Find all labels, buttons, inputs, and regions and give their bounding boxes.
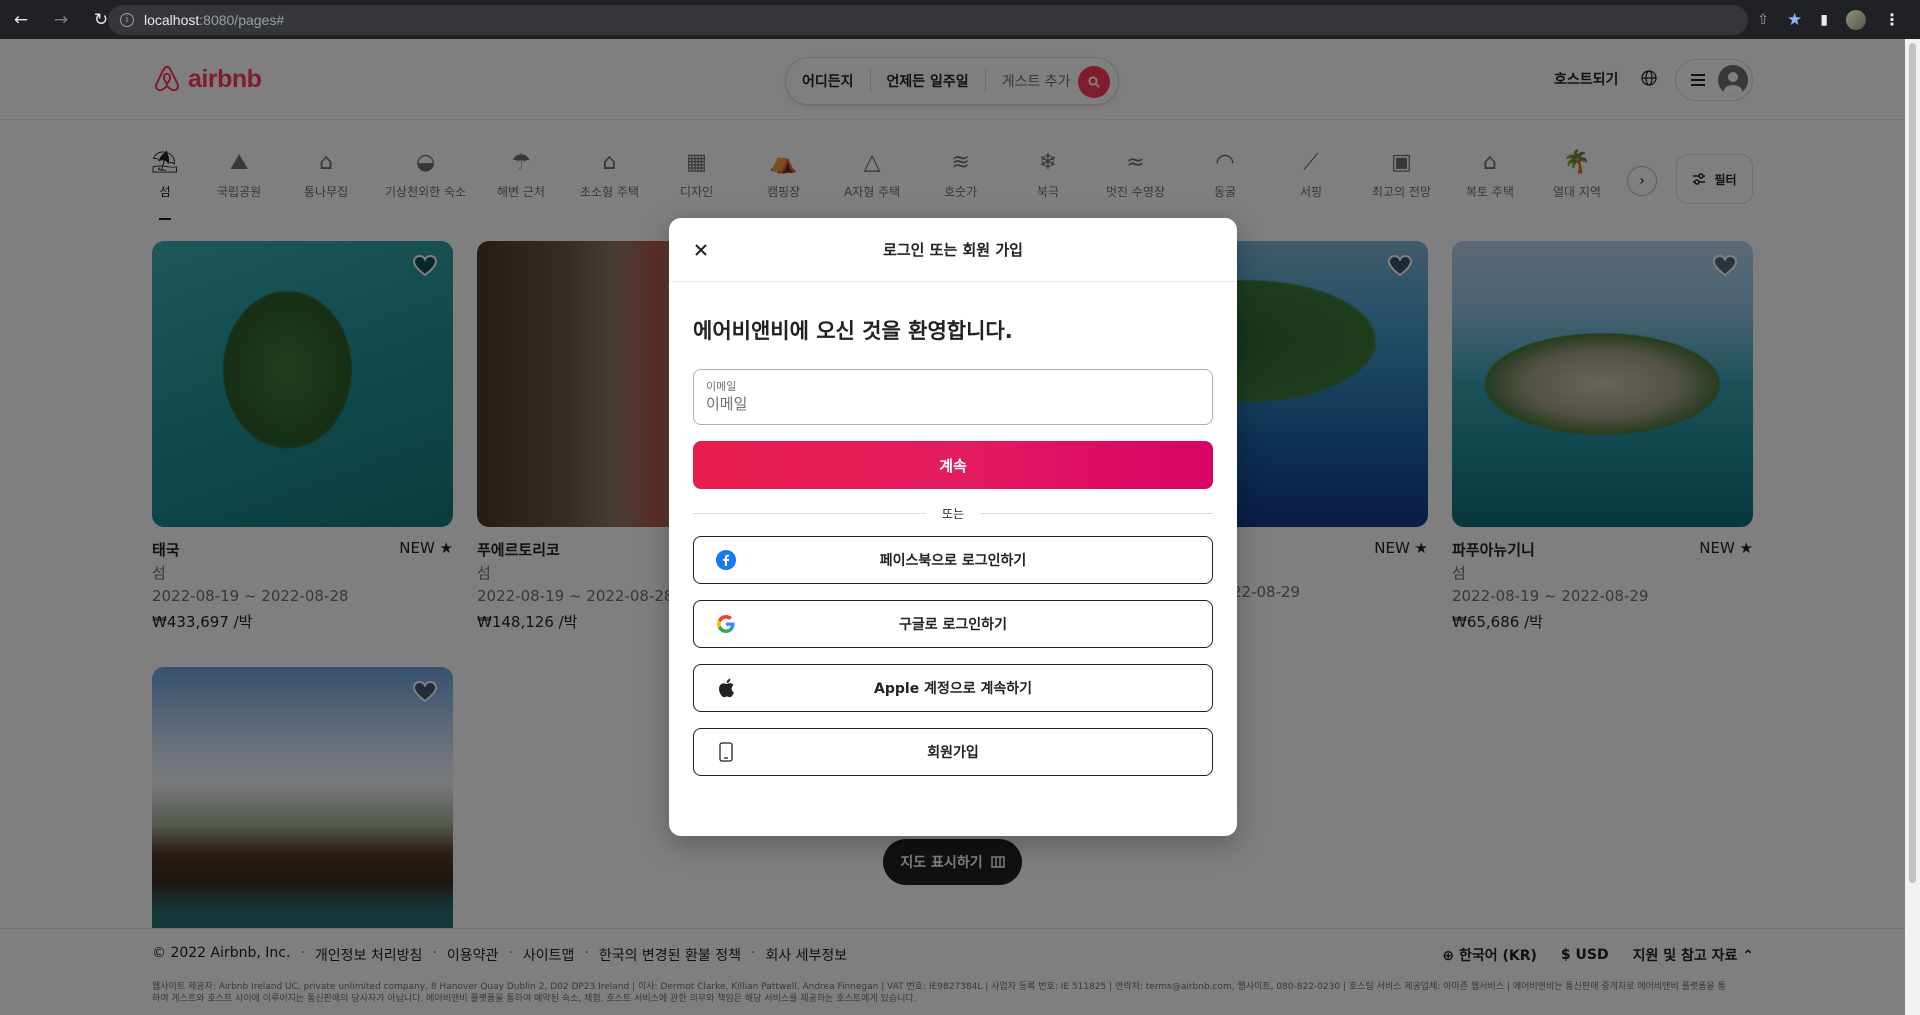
share-icon[interactable]: ⇧ xyxy=(1757,12,1769,28)
facebook-login-button[interactable]: 페이스북으로 로그인하기 xyxy=(693,536,1213,584)
signup-button[interactable]: 회원가입 xyxy=(693,728,1213,776)
apple-login-button[interactable]: Apple 계정으로 계속하기 xyxy=(693,664,1213,712)
phone-icon xyxy=(716,742,736,762)
close-icon xyxy=(695,244,707,256)
facebook-icon xyxy=(716,550,736,570)
facebook-login-label: 페이스북으로 로그인하기 xyxy=(879,553,1027,569)
profile-avatar[interactable] xyxy=(1846,9,1866,30)
divider-line xyxy=(980,513,1213,514)
signup-label: 회원가입 xyxy=(927,745,979,761)
email-field[interactable]: 이메일 xyxy=(693,369,1213,425)
apple-icon xyxy=(716,678,736,698)
continue-button[interactable]: 계속 xyxy=(693,441,1213,489)
url-text: localhost:8080/pages# xyxy=(144,12,285,28)
apple-login-label: Apple 계정으로 계속하기 xyxy=(874,681,1032,697)
modal-header: 로그인 또는 회원 가입 xyxy=(669,218,1237,282)
google-login-label: 구글로 로그인하기 xyxy=(899,617,1007,633)
site-info-icon[interactable]: i xyxy=(120,13,134,27)
or-label: 또는 xyxy=(941,507,965,521)
forward-arrow-icon[interactable]: → xyxy=(48,7,74,33)
google-icon xyxy=(716,614,736,634)
email-label: 이메일 xyxy=(706,380,737,393)
back-arrow-icon[interactable]: ← xyxy=(8,7,34,33)
scrollbar-thumb[interactable] xyxy=(1909,43,1916,883)
google-login-button[interactable]: 구글로 로그인하기 xyxy=(693,600,1213,648)
email-input[interactable] xyxy=(706,395,1200,413)
modal-title: 로그인 또는 회원 가입 xyxy=(883,241,1023,259)
browser-menu-icon[interactable]: ⋮ xyxy=(1884,10,1900,29)
page-scrollbar[interactable] xyxy=(1905,39,1920,1015)
or-divider: 또는 xyxy=(693,505,1213,522)
divider-line xyxy=(693,513,926,514)
login-modal: 로그인 또는 회원 가입 에어비앤비에 오신 것을 환영합니다. 이메일 계속 … xyxy=(669,218,1237,836)
browser-toolbar: ← → ↻ i localhost:8080/pages# ⇧ ★ ▮ ⋮ xyxy=(0,0,1920,39)
close-button[interactable] xyxy=(689,238,713,262)
welcome-heading: 에어비앤비에 오신 것을 환영합니다. xyxy=(693,319,1013,343)
browser-actions: ⇧ ★ ▮ ⋮ xyxy=(1757,0,1900,39)
address-bar[interactable]: i localhost:8080/pages# xyxy=(108,5,1748,35)
side-panel-icon[interactable]: ▮ xyxy=(1820,12,1828,28)
bookmark-star-icon[interactable]: ★ xyxy=(1787,10,1802,30)
modal-body: 에어비앤비에 오신 것을 환영합니다. 이메일 계속 또는 페이스북으로 로그인… xyxy=(669,315,1237,776)
